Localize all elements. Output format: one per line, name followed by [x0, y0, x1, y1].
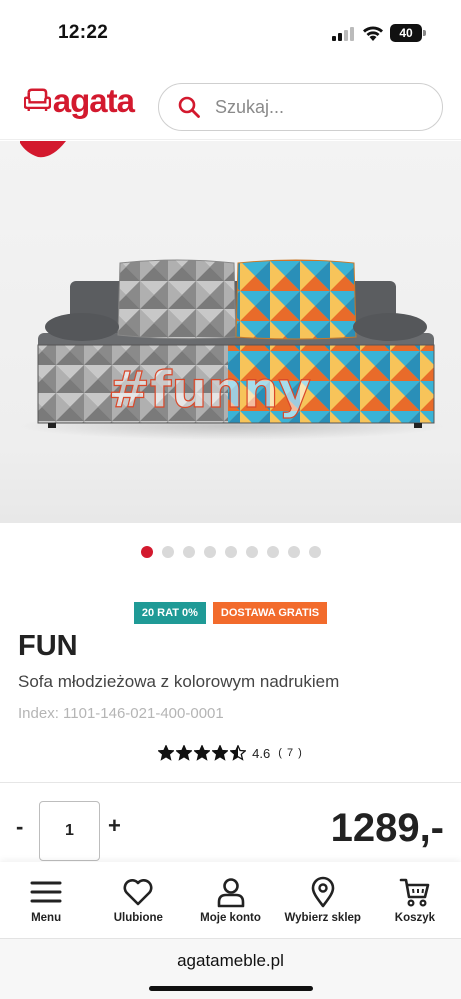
cellular-signal-icon — [332, 27, 354, 41]
rating-score: 4.6 — [252, 745, 271, 761]
battery-indicator: 40 — [390, 24, 422, 42]
search-icon — [178, 96, 200, 118]
nav-favorites[interactable]: Ulubione — [92, 862, 184, 938]
gallery-dot[interactable] — [140, 546, 153, 558]
user-icon — [217, 878, 244, 908]
gallery-dot[interactable] — [182, 546, 195, 558]
quantity-increase-button[interactable]: + — [108, 813, 121, 839]
wifi-icon — [363, 26, 383, 41]
nav-account-label: Moje konto — [200, 912, 261, 924]
status-bar: 12:22 40 — [0, 0, 461, 66]
logo-text: agata — [52, 81, 135, 119]
promo-corner-badge — [20, 141, 66, 158]
home-indicator — [149, 986, 313, 991]
location-pin-icon — [311, 876, 335, 908]
status-time: 12:22 — [58, 22, 109, 43]
gallery-dot[interactable] — [308, 546, 321, 558]
gallery-dot[interactable] — [245, 546, 258, 558]
product-description: Sofa młodzieżowa z kolorowym nadrukiem — [18, 672, 340, 691]
sofa-photo: #funny — [17, 259, 447, 440]
product-title: FUN — [18, 630, 78, 662]
product-badges: 20 RAT 0% DOSTAWA GRATIS — [0, 602, 461, 624]
review-count[interactable]: ( 7 ) — [278, 747, 303, 759]
nav-cart-label: Koszyk — [394, 912, 436, 924]
browser-url-bar[interactable]: agatameble.pl — [0, 938, 461, 999]
nav-favorites-label: Ulubione — [113, 912, 163, 924]
sofa-print-text: #funny — [108, 361, 311, 419]
nav-cart[interactable]: Koszyk — [369, 862, 461, 938]
menu-icon — [30, 881, 62, 903]
nav-menu-label: Menu — [31, 912, 62, 924]
free-delivery-badge: DOSTAWA GRATIS — [212, 602, 328, 624]
nav-menu[interactable]: Menu — [0, 862, 92, 938]
cart-icon — [399, 878, 430, 907]
gallery-dot[interactable] — [287, 546, 300, 558]
star-full-icon — [194, 745, 211, 761]
star-half-icon — [230, 745, 247, 761]
gallery-dot[interactable] — [161, 546, 174, 558]
product-price: 1289,- — [330, 806, 444, 850]
nav-store-label: Wybierz sklep — [284, 912, 361, 924]
heart-icon — [123, 879, 153, 906]
gallery-dots — [0, 546, 461, 560]
search-placeholder: Szukaj... — [215, 96, 285, 117]
url-text: agatameble.pl — [177, 951, 284, 970]
nav-account[interactable]: Moje konto — [184, 862, 276, 938]
search-bar[interactable]: Szukaj... — [158, 83, 443, 131]
product-rating[interactable]: 4.6 ( 7 ) — [0, 745, 461, 761]
sofa-logo-icon — [24, 88, 51, 112]
gallery-dot[interactable] — [224, 546, 237, 558]
site-header: agata Szukaj... — [0, 66, 461, 140]
gallery-dot[interactable] — [266, 546, 279, 558]
star-full-icon — [158, 745, 175, 761]
star-full-icon — [212, 745, 229, 761]
nav-store[interactable]: Wybierz sklep — [277, 862, 369, 938]
quantity-decrease-button[interactable]: - — [16, 814, 23, 840]
installment-badge: 20 RAT 0% — [133, 602, 206, 624]
divider — [0, 782, 461, 783]
product-image[interactable]: #funny — [0, 141, 461, 523]
agata-logo[interactable]: agata — [24, 80, 135, 120]
battery-tip — [423, 30, 426, 36]
quantity-input[interactable]: 1 — [39, 801, 100, 861]
bottom-navigation: Menu Ulubione Moje konto Wybierz sklep K… — [0, 862, 461, 938]
product-index: Index: 1101-146-021-400-0001 — [18, 705, 224, 722]
gallery-dot[interactable] — [203, 546, 216, 558]
star-full-icon — [176, 745, 193, 761]
